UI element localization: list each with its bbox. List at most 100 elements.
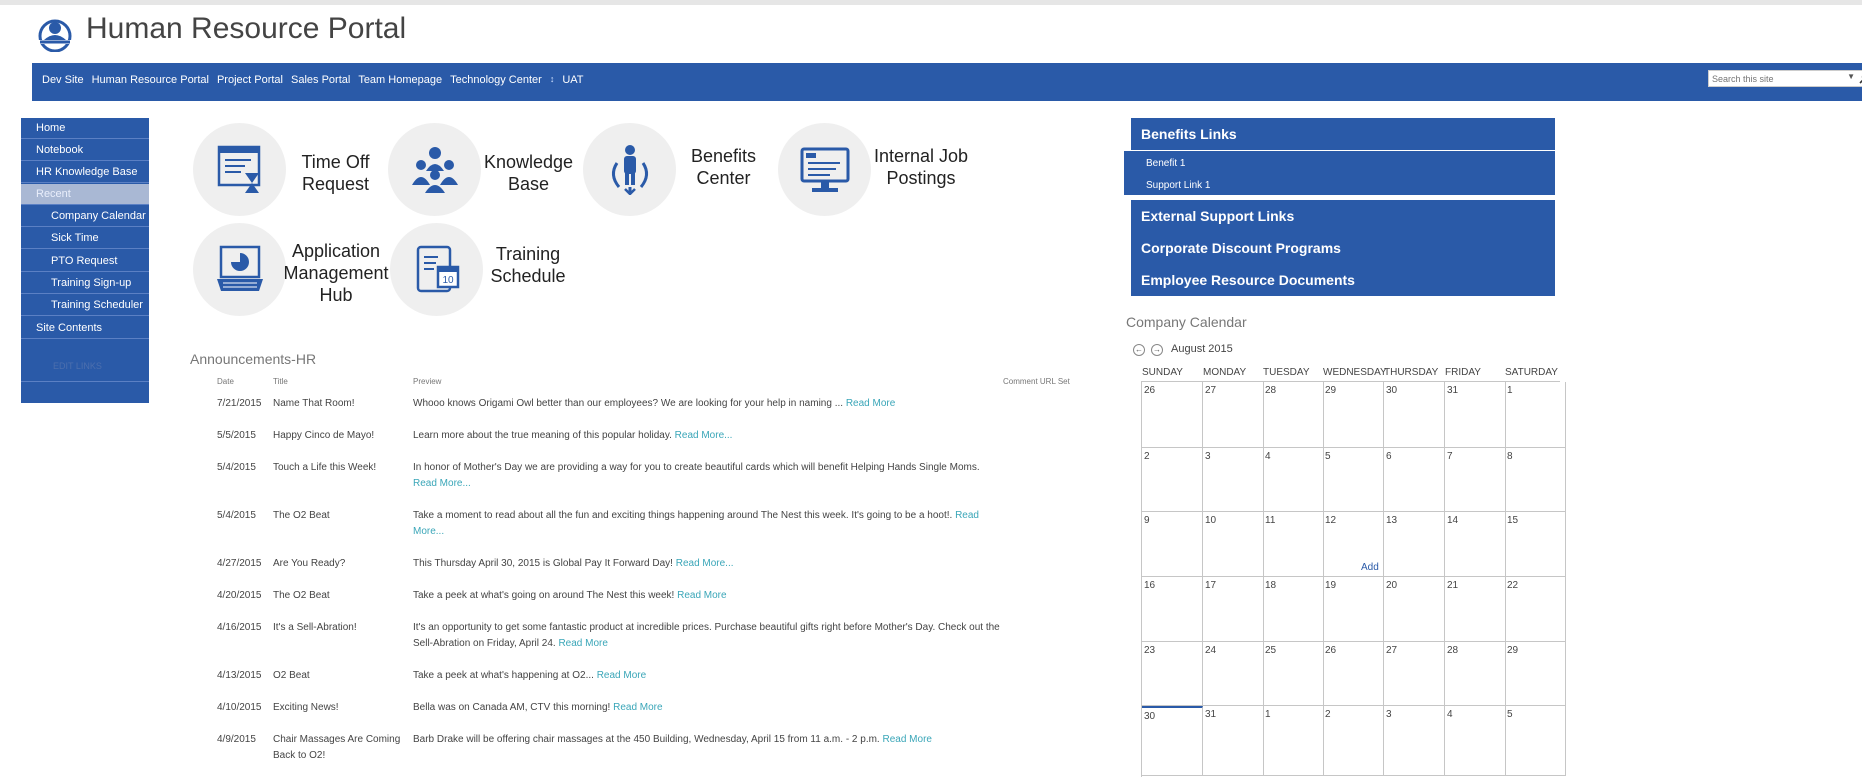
tile-internal-job-postings[interactable]: Internal Job Postings <box>778 123 968 217</box>
calendar-day-cell[interactable]: 9 <box>1142 512 1203 577</box>
search-icon[interactable] <box>1858 72 1862 85</box>
read-more-link[interactable]: Read More <box>846 398 895 409</box>
calendar-day-cell[interactable]: 3 <box>1203 448 1264 512</box>
calendar-day-cell[interactable]: 15 <box>1505 512 1566 577</box>
leftnav-company-calendar[interactable]: Company Calendar <box>21 206 149 227</box>
calendar-day-cell[interactable]: 5 <box>1505 706 1566 776</box>
calendar-day-cell[interactable]: 27 <box>1203 382 1264 448</box>
ann-title-link[interactable]: Exciting News! <box>273 700 403 716</box>
read-more-link[interactable]: Read More <box>883 734 932 745</box>
calendar-day-cell[interactable]: 1 <box>1263 706 1324 776</box>
search-input[interactable] <box>1712 72 1842 85</box>
leftnav-pto-request[interactable]: PTO Request <box>21 251 149 272</box>
ann-title-link[interactable]: It's a Sell-Abration! <box>273 620 403 636</box>
col-header-date[interactable]: Date <box>217 377 234 386</box>
ann-title-link[interactable]: Are You Ready? <box>273 556 403 572</box>
calendar-day-cell[interactable]: 10 <box>1203 512 1264 577</box>
read-more-link[interactable]: Read More... <box>413 478 471 489</box>
leftnav-notebook[interactable]: Notebook <box>21 140 149 161</box>
calendar-day-cell[interactable]: 28 <box>1263 382 1324 448</box>
calendar-day-cell[interactable]: 7 <box>1445 448 1506 512</box>
topnav-dev-site[interactable]: Dev Site <box>42 74 84 86</box>
calendar-day-cell[interactable]: 14 <box>1445 512 1506 577</box>
calendar-day-cell[interactable]: 2 <box>1323 706 1384 776</box>
topnav-team-homepage[interactable]: Team Homepage <box>358 74 442 86</box>
leftnav-sick-time[interactable]: Sick Time <box>21 228 149 249</box>
read-more-link[interactable]: Read More... <box>675 430 733 441</box>
calendar-day-cell[interactable]: 6 <box>1384 448 1445 512</box>
employee-resource-documents-header[interactable]: Employee Resource Documents <box>1131 264 1555 296</box>
benefit-link-1[interactable]: Benefit 1 <box>1146 158 1185 169</box>
calendar-day-cell[interactable]: 30 <box>1384 382 1445 448</box>
support-link-1[interactable]: Support Link 1 <box>1146 180 1211 191</box>
tile-time-off-request[interactable]: Time Off Request <box>193 123 383 217</box>
calendar-day-cell[interactable]: 21 <box>1445 577 1506 642</box>
calendar-day-cell[interactable]: 26 <box>1142 382 1203 448</box>
calendar-day-cell[interactable]: 28 <box>1445 642 1506 706</box>
calendar-day-cell[interactable]: 19 <box>1323 577 1384 642</box>
ann-title-link[interactable]: O2 Beat <box>273 668 403 684</box>
leftnav-site-contents[interactable]: Site Contents <box>21 318 149 339</box>
topnav-human-resource-portal[interactable]: Human Resource Portal <box>92 74 209 86</box>
leftnav-training-signup[interactable]: Training Sign-up <box>21 273 149 294</box>
read-more-link[interactable]: Read More <box>597 670 646 681</box>
calendar-day-cell[interactable]: 29 <box>1505 642 1566 706</box>
calendar-day-cell[interactable]: 4 <box>1263 448 1324 512</box>
search-scope-dropdown-icon[interactable]: ▼ <box>1847 72 1855 81</box>
site-title[interactable]: Human Resource Portal <box>86 12 406 46</box>
calendar-day-cell[interactable]: 5 <box>1323 448 1384 512</box>
calendar-day-cell[interactable]: 25 <box>1263 642 1324 706</box>
topnav-sales-portal[interactable]: Sales Portal <box>291 74 350 86</box>
prev-month-icon[interactable]: ← <box>1133 344 1145 356</box>
calendar-day-cell[interactable]: 31 <box>1203 706 1264 776</box>
col-header-title[interactable]: Title <box>273 377 288 386</box>
corporate-discount-programs-header[interactable]: Corporate Discount Programs <box>1131 232 1555 264</box>
leftnav-home[interactable]: Home <box>21 118 149 139</box>
calendar-day-cell[interactable]: 17 <box>1203 577 1264 642</box>
calendar-day-cell[interactable]: 29 <box>1323 382 1384 448</box>
calendar-day-cell[interactable]: 20 <box>1384 577 1445 642</box>
calendar-day-cell[interactable]: 4 <box>1445 706 1506 776</box>
ann-title-link[interactable]: Happy Cinco de Mayo! <box>273 428 403 444</box>
calendar-day-cell[interactable]: 11 <box>1263 512 1324 577</box>
topnav-technology-center[interactable]: Technology Center <box>450 74 542 86</box>
ann-title-link[interactable]: The O2 Beat <box>273 508 403 524</box>
calendar-day-cell[interactable]: 30 <box>1142 706 1203 776</box>
calendar-add-link[interactable]: Add <box>1361 562 1379 573</box>
read-more-link[interactable]: Read More... <box>676 558 734 569</box>
calendar-day-cell[interactable]: 27 <box>1384 642 1445 706</box>
read-more-link[interactable]: Read More <box>613 702 662 713</box>
calendar-day-cell[interactable]: 23 <box>1142 642 1203 706</box>
external-support-links-header[interactable]: External Support Links <box>1131 200 1555 232</box>
ann-title-link[interactable]: Chair Massages Are Coming Back to O2! <box>273 732 403 764</box>
tile-application-management-hub[interactable]: Application Management Hub <box>193 223 389 317</box>
ann-title-link[interactable]: The O2 Beat <box>273 588 403 604</box>
portal-logo-icon[interactable] <box>34 16 76 52</box>
calendar-title[interactable]: Company Calendar <box>1126 314 1247 330</box>
calendar-day-cell[interactable]: 31 <box>1445 382 1506 448</box>
calendar-day-cell[interactable]: 24 <box>1203 642 1264 706</box>
search-box[interactable]: ▼ <box>1708 70 1862 87</box>
tile-training-schedule[interactable]: 10 Training Schedule <box>390 223 580 317</box>
calendar-day-cell[interactable]: 2 <box>1142 448 1203 512</box>
calendar-day-cell[interactable]: 16 <box>1142 577 1203 642</box>
announcements-title[interactable]: Announcements-HR <box>190 351 316 367</box>
topnav-project-portal[interactable]: Project Portal <box>217 74 283 86</box>
leftnav-hr-knowledge-base[interactable]: HR Knowledge Base <box>21 162 149 183</box>
calendar-day-cell[interactable]: 13 <box>1384 512 1445 577</box>
topnav-uat[interactable]: UAT <box>562 74 583 86</box>
tile-knowledge-base[interactable]: Knowledge Base <box>388 123 578 217</box>
read-more-link[interactable]: Read More <box>677 590 726 601</box>
benefits-links-header[interactable]: Benefits Links <box>1131 118 1555 150</box>
edit-links[interactable]: EDIT LINKS <box>53 361 102 371</box>
next-month-icon[interactable]: → <box>1151 344 1163 356</box>
calendar-day-cell[interactable]: 1 <box>1505 382 1566 448</box>
leftnav-training-scheduler[interactable]: Training Scheduler <box>21 295 149 316</box>
calendar-day-cell[interactable]: 3 <box>1384 706 1445 776</box>
calendar-day-cell[interactable]: 22 <box>1505 577 1566 642</box>
ann-title-link[interactable]: Touch a Life this Week! <box>273 460 403 476</box>
calendar-day-cell[interactable]: 18 <box>1263 577 1324 642</box>
read-more-link[interactable]: Read More <box>558 638 607 649</box>
ann-title-link[interactable]: Name That Room! <box>273 396 403 412</box>
col-header-comment-url-set[interactable]: Comment URL Set <box>1003 377 1070 386</box>
